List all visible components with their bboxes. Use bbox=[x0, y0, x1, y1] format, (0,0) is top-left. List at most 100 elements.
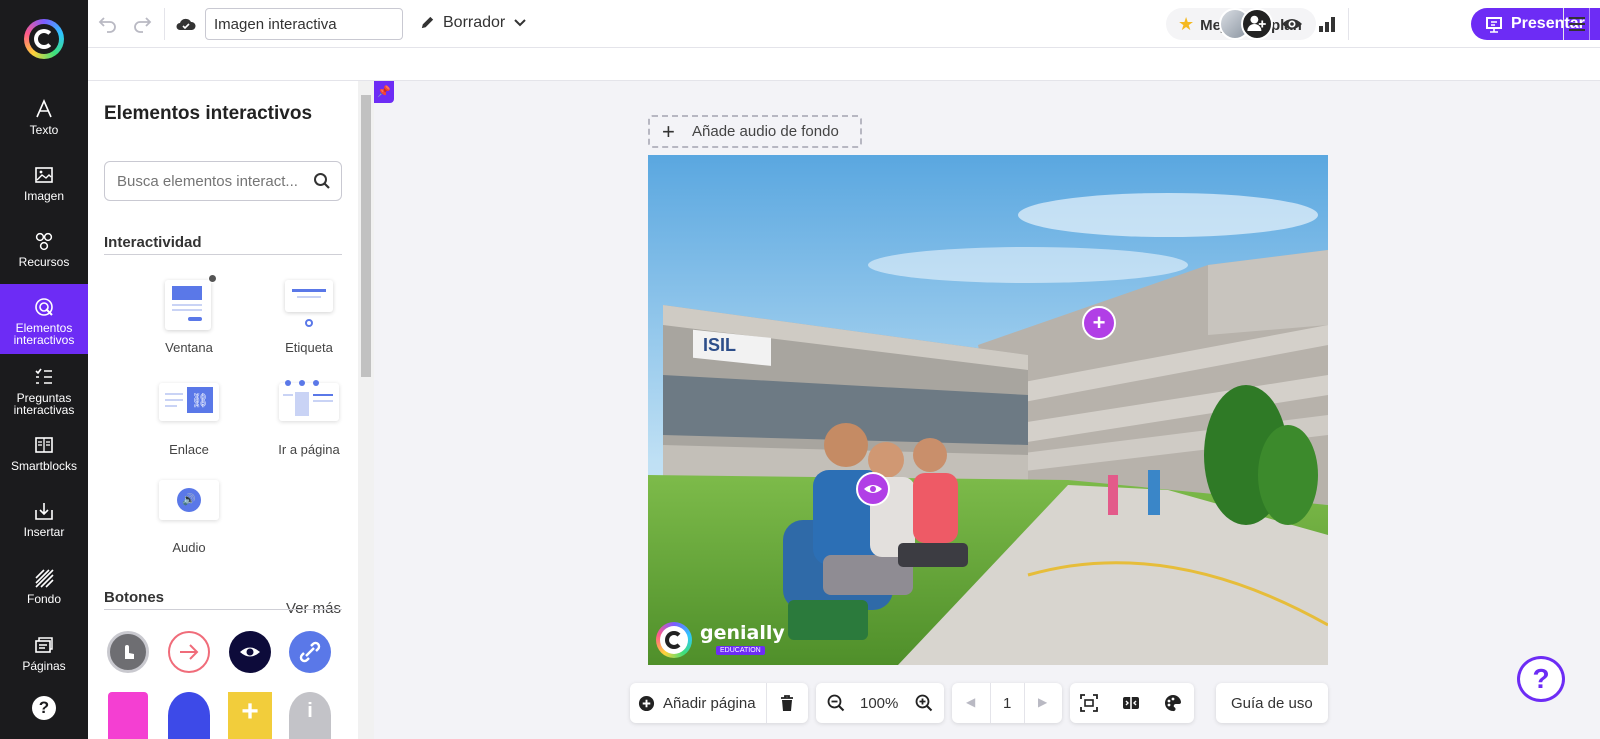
add-page-group: Añadir página bbox=[630, 683, 808, 723]
page-number[interactable]: 1 bbox=[1003, 695, 1011, 712]
go-to-page-thumbnail-icon bbox=[279, 378, 339, 434]
next-page-icon[interactable]: ▶ bbox=[1038, 695, 1047, 709]
star-icon: ★ bbox=[1178, 14, 1195, 34]
label-thumbnail-icon bbox=[279, 276, 339, 332]
resources-icon bbox=[35, 232, 53, 251]
rail-item-label: Imagen bbox=[23, 189, 65, 203]
rail-item-insert[interactable]: Insertar bbox=[0, 488, 88, 554]
button-style-link-icon[interactable] bbox=[289, 631, 331, 673]
image-icon bbox=[35, 167, 53, 183]
section-title-interactivity: Interactividad bbox=[104, 234, 202, 251]
rail-item-background[interactable]: Fondo bbox=[0, 555, 88, 621]
statistics-icon[interactable] bbox=[1317, 14, 1337, 34]
help-icon[interactable]: ? bbox=[32, 696, 56, 720]
smartblocks-icon bbox=[35, 437, 53, 453]
button-style-plus-icon[interactable]: + bbox=[228, 692, 272, 739]
split-view-icon[interactable] bbox=[1122, 694, 1140, 712]
fit-screen-icon[interactable] bbox=[1080, 694, 1098, 712]
trash-icon[interactable] bbox=[778, 694, 796, 712]
text-icon bbox=[36, 99, 52, 118]
rail-item-text[interactable]: Texto bbox=[0, 86, 88, 152]
palette-icon[interactable] bbox=[1164, 694, 1182, 712]
element-label: Ventana bbox=[165, 340, 213, 355]
element-label: Etiqueta bbox=[285, 340, 333, 355]
rail-item-label: Fondo bbox=[26, 592, 62, 606]
element-label-tooltip[interactable]: Etiqueta bbox=[249, 276, 369, 355]
audio-thumbnail-icon: 🔊 bbox=[159, 476, 219, 532]
rail-item-label: Elementos interactivos bbox=[13, 321, 75, 347]
secondary-toolbar bbox=[88, 48, 1600, 81]
link-thumbnail-icon: ⛓ bbox=[159, 378, 219, 434]
panel-scrollbar[interactable] bbox=[358, 81, 374, 739]
element-go-to-page[interactable]: Ir a página bbox=[249, 378, 369, 457]
page-nav-group: ◀ 1 ▶ bbox=[952, 683, 1062, 723]
building-sign: ISIL bbox=[703, 335, 736, 355]
hotspot-plus[interactable]: + bbox=[1082, 306, 1116, 340]
element-link[interactable]: ⛓ Enlace bbox=[129, 378, 249, 457]
search-input[interactable] bbox=[104, 161, 342, 201]
rail-item-label: Texto bbox=[29, 123, 59, 137]
button-style-eye-icon[interactable] bbox=[229, 631, 271, 673]
insert-icon bbox=[35, 503, 53, 520]
brand-word: genially bbox=[700, 622, 785, 644]
top-bar: Borrador ★Mejora tu plan Presentar bbox=[88, 0, 1600, 48]
toolbar-divider bbox=[164, 8, 165, 40]
button-style-info-icon[interactable]: i bbox=[289, 692, 331, 739]
interactive-icon bbox=[35, 298, 53, 316]
undo-icon[interactable] bbox=[96, 12, 120, 36]
present-divider bbox=[1589, 8, 1590, 40]
button-style-circle-icon[interactable] bbox=[168, 692, 210, 739]
draft-label: Borrador bbox=[443, 14, 506, 31]
genially-logo[interactable] bbox=[24, 19, 64, 59]
rail-item-interactive[interactable]: Elementos interactivos bbox=[0, 284, 88, 354]
element-label: Enlace bbox=[169, 442, 209, 457]
menu-icon[interactable] bbox=[1568, 15, 1586, 33]
left-rail: Texto Imagen Recursos Elementos interact… bbox=[0, 0, 88, 739]
zoom-level: 100% bbox=[860, 695, 899, 712]
zoom-in-icon[interactable] bbox=[915, 694, 933, 712]
pencil-icon bbox=[421, 16, 434, 29]
element-label: Audio bbox=[172, 540, 206, 555]
button-style-arrow-icon[interactable] bbox=[168, 631, 210, 673]
rail-item-label: Preguntas interactivas bbox=[13, 391, 75, 417]
chevron-down-icon bbox=[514, 19, 526, 27]
button-style-hand-icon[interactable] bbox=[107, 631, 149, 673]
rail-item-label: Recursos bbox=[18, 255, 70, 269]
add-collaborator-icon[interactable] bbox=[1241, 8, 1273, 40]
rail-item-label: Smartblocks bbox=[10, 459, 78, 473]
element-label: Ir a página bbox=[278, 442, 340, 457]
questions-icon bbox=[35, 368, 52, 384]
draft-selector[interactable]: Borrador bbox=[421, 14, 526, 32]
campus-photo: ISIL bbox=[648, 155, 1328, 665]
button-style-sound-icon[interactable] bbox=[108, 692, 148, 739]
toolbar-divider bbox=[1348, 8, 1349, 40]
pin-panel-icon[interactable]: 📌 bbox=[374, 81, 394, 103]
add-circle-icon[interactable] bbox=[638, 695, 655, 712]
preview-eye-icon[interactable] bbox=[1281, 14, 1303, 34]
hotspot-eye-icon[interactable] bbox=[856, 472, 890, 506]
interactive-elements-panel: Elementos interactivos Interactividad Ve… bbox=[88, 81, 358, 739]
add-background-audio-button[interactable]: + Añade audio de fondo bbox=[648, 115, 862, 148]
window-thumbnail-icon bbox=[159, 274, 219, 332]
interactive-image-canvas[interactable]: ISIL + genially EDUCATION bbox=[648, 155, 1328, 665]
rail-item-questions[interactable]: Preguntas interactivas bbox=[0, 354, 88, 424]
usage-guide-button[interactable]: Guía de uso bbox=[1216, 683, 1328, 723]
prev-page-icon[interactable]: ◀ bbox=[966, 695, 975, 709]
help-chat-icon[interactable]: ? bbox=[1517, 656, 1565, 702]
rail-item-resources[interactable]: Recursos bbox=[0, 218, 88, 284]
section-divider bbox=[104, 254, 342, 255]
add-page-button[interactable]: Añadir página bbox=[663, 695, 756, 712]
cloud-saved-icon bbox=[176, 18, 196, 30]
element-audio[interactable]: 🔊 Audio bbox=[129, 476, 249, 555]
rail-item-smartblocks[interactable]: Smartblocks bbox=[0, 422, 88, 488]
element-window[interactable]: Ventana bbox=[129, 274, 249, 355]
view-tools-group bbox=[1070, 683, 1194, 723]
rail-item-image[interactable]: Imagen bbox=[0, 152, 88, 218]
search-icon[interactable] bbox=[313, 172, 331, 190]
background-icon bbox=[35, 569, 54, 588]
redo-icon[interactable] bbox=[130, 12, 154, 36]
project-title-input[interactable] bbox=[205, 8, 403, 40]
rail-item-pages[interactable]: Páginas bbox=[0, 622, 88, 688]
zoom-out-icon[interactable] bbox=[827, 694, 845, 712]
zoom-group: 100% bbox=[816, 683, 944, 723]
